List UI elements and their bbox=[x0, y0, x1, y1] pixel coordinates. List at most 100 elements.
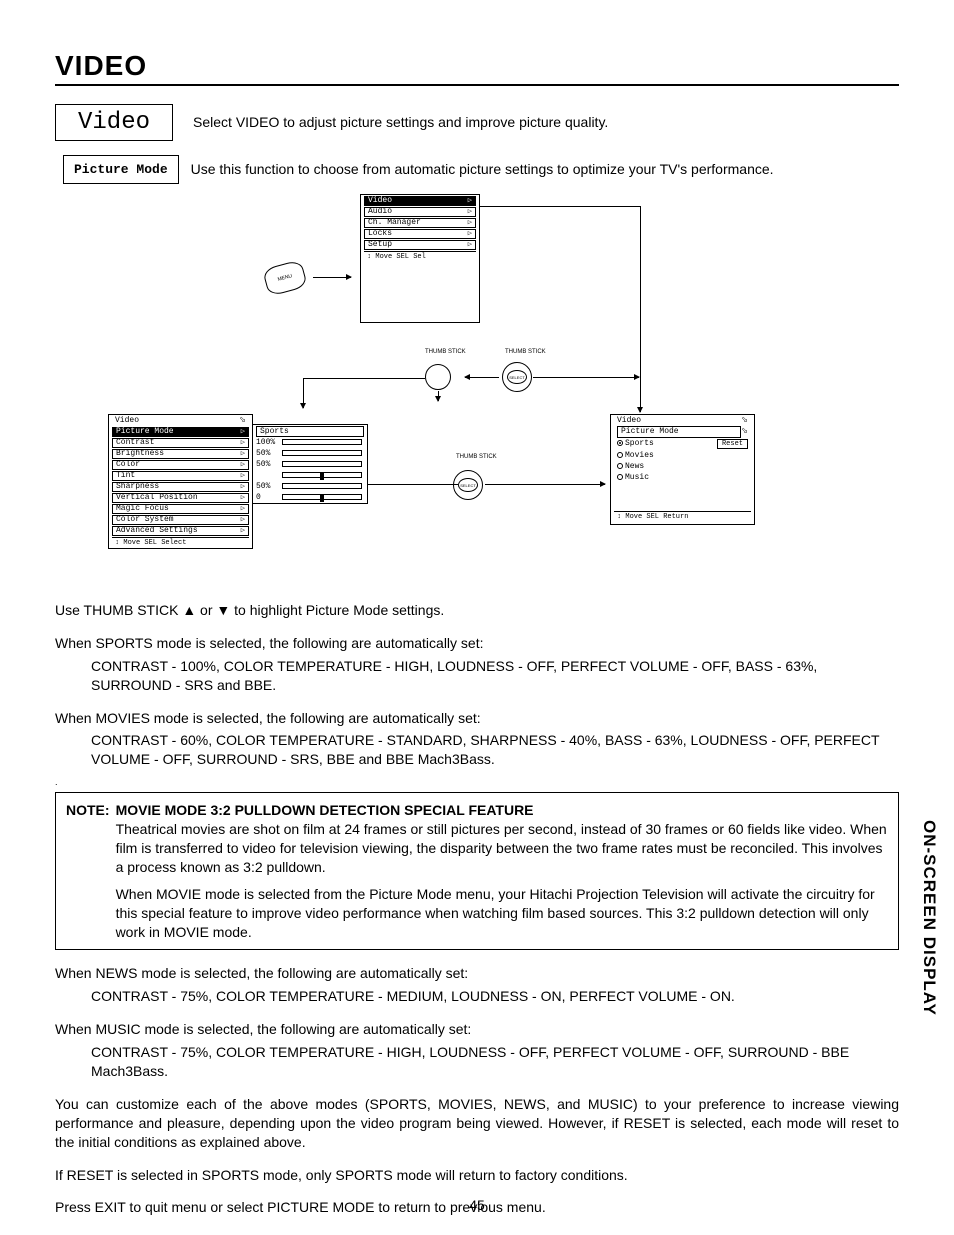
value-label: 100% bbox=[256, 438, 278, 447]
value-row: 0 bbox=[256, 492, 364, 502]
page-number: 45 bbox=[0, 1197, 954, 1213]
select-label: SELECT bbox=[458, 478, 478, 492]
value-row bbox=[256, 470, 364, 480]
arrow-right-icon bbox=[533, 377, 639, 378]
thumbstick-label: THUMB STICK bbox=[425, 349, 466, 355]
value-label: 50% bbox=[256, 482, 278, 491]
section-side-label: ON-SCREEN DISPLAY bbox=[919, 820, 939, 1016]
value-row: 50% bbox=[256, 481, 364, 491]
mode-heading: When MOVIES mode is selected, the follow… bbox=[55, 709, 899, 728]
arrow-right-icon bbox=[485, 484, 605, 485]
option-row: Sports Reset bbox=[617, 439, 748, 449]
menu-item-label: Color System bbox=[116, 515, 174, 525]
osd-item: Setup▷ bbox=[364, 240, 476, 250]
arrow-icon bbox=[313, 277, 351, 278]
connector-line bbox=[640, 206, 641, 378]
option-row: Music bbox=[617, 473, 748, 482]
customize-text: You can customize each of the above mode… bbox=[55, 1095, 899, 1152]
note-label: NOTE: bbox=[66, 801, 110, 941]
value-label: 50% bbox=[256, 460, 278, 469]
osd-item: Brightness▷ bbox=[112, 449, 249, 459]
video-label-box: Video bbox=[55, 104, 173, 141]
arrow-down-icon bbox=[640, 378, 641, 412]
menu-item-label: Brightness bbox=[116, 449, 164, 459]
select-button-icon: SELECT bbox=[502, 362, 532, 392]
arrow-left-icon bbox=[465, 377, 499, 378]
osd-item: Color▷ bbox=[112, 460, 249, 470]
value-label: 50% bbox=[256, 449, 278, 458]
value-row: 50% bbox=[256, 459, 364, 469]
osd-subtitle: Picture Mode⬂ bbox=[614, 427, 751, 437]
menu-item-label: Setup bbox=[368, 240, 392, 250]
arrow-down-icon bbox=[303, 378, 304, 408]
osd-subtitle-text: Picture Mode bbox=[617, 426, 741, 438]
menu-item-label: Tint bbox=[116, 471, 135, 481]
reset-note: If RESET is selected in SPORTS mode, onl… bbox=[55, 1166, 899, 1185]
menu-item-label: Contrast bbox=[116, 438, 154, 448]
osd-item: Contrast▷ bbox=[112, 438, 249, 448]
mode-settings: CONTRAST - 60%, COLOR TEMPERATURE - STAN… bbox=[55, 731, 899, 769]
menu-item-label: Picture Mode bbox=[116, 427, 174, 437]
arrow-down-icon bbox=[438, 391, 439, 401]
reset-button: Reset bbox=[717, 439, 748, 449]
decorative-dot: . bbox=[55, 777, 58, 787]
osd-item: Audio▷ bbox=[364, 207, 476, 217]
osd-item: Magic Focus▷ bbox=[112, 504, 249, 514]
osd-title: Video⬂ bbox=[614, 416, 751, 426]
option-label: Movies bbox=[625, 451, 654, 460]
remote-menu-icon: MENU bbox=[262, 259, 308, 296]
connector-line bbox=[303, 378, 425, 379]
menu-item-label: Video bbox=[368, 196, 392, 206]
osd-title: Video⬂ bbox=[112, 416, 249, 426]
mode-settings: CONTRAST - 100%, COLOR TEMPERATURE - HIG… bbox=[55, 657, 899, 695]
menu-item-label: Vertical Position bbox=[116, 493, 198, 503]
osd-item: Vertical Position▷ bbox=[112, 493, 249, 503]
osd-main-menu: Video▷ Audio▷ Ch. Manager▷ Locks▷ Setup▷… bbox=[360, 194, 480, 323]
osd-picture-mode-submenu: Video⬂ Picture Mode⬂ Sports Reset Movies… bbox=[610, 414, 755, 525]
menu-item-label: Locks bbox=[368, 229, 392, 239]
mode-settings: CONTRAST - 75%, COLOR TEMPERATURE - MEDI… bbox=[55, 987, 899, 1006]
thumbstick-label: THUMB STICK bbox=[456, 454, 497, 460]
page-title: VIDEO bbox=[55, 50, 899, 86]
osd-item: Picture Mode▷ bbox=[112, 427, 249, 437]
menu-flow-diagram: MENU Video▷ Audio▷ Ch. Manager▷ Locks▷ S… bbox=[55, 194, 899, 589]
osd-values-panel: Sports 100% 50% 50% 50% 0 bbox=[253, 424, 368, 504]
option-label: News bbox=[625, 462, 644, 471]
mode-heading: When NEWS mode is selected, the followin… bbox=[55, 964, 899, 983]
option-label: Music bbox=[625, 473, 649, 482]
note-box: NOTE: MOVIE MODE 3:2 PULLDOWN DETECTION … bbox=[55, 792, 899, 950]
option-row: Movies bbox=[617, 451, 748, 460]
menu-item-label: Sharpness bbox=[116, 482, 159, 492]
osd-footer: ↕ Move SEL Sel bbox=[364, 251, 476, 261]
option-label: Sports bbox=[625, 439, 654, 448]
osd-item: Video▷ bbox=[364, 196, 476, 206]
osd-item: Advanced Settings▷ bbox=[112, 526, 249, 536]
osd-item: Color System▷ bbox=[112, 515, 249, 525]
menu-item-label: Magic Focus bbox=[116, 504, 169, 514]
osd-item: Tint▷ bbox=[112, 471, 249, 481]
thumbstick-icon bbox=[425, 364, 451, 390]
osd-item: Sharpness▷ bbox=[112, 482, 249, 492]
osd-video-menu: Video⬂ Picture Mode▷ Contrast▷ Brightnes… bbox=[108, 414, 253, 549]
picture-mode-label-box: Picture Mode bbox=[63, 155, 179, 184]
connector-line bbox=[480, 206, 640, 207]
mode-heading: When SPORTS mode is selected, the follow… bbox=[55, 634, 899, 653]
osd-item: Ch. Manager▷ bbox=[364, 218, 476, 228]
osd-item: Locks▷ bbox=[364, 229, 476, 239]
instruction-text: Use THUMB STICK ▲ or ▼ to highlight Pict… bbox=[55, 601, 899, 620]
value-label: Sports bbox=[256, 426, 364, 437]
note-paragraph: When MOVIE mode is selected from the Pic… bbox=[116, 885, 888, 942]
picture-mode-description: Use this function to choose from automat… bbox=[191, 160, 774, 180]
mode-settings: CONTRAST - 75%, COLOR TEMPERATURE - HIGH… bbox=[55, 1043, 899, 1081]
note-paragraph: Theatrical movies are shot on film at 24… bbox=[116, 820, 888, 877]
value-row: 100% bbox=[256, 437, 364, 447]
video-description: Select VIDEO to adjust picture settings … bbox=[193, 113, 608, 133]
osd-title-text: Video bbox=[617, 416, 641, 426]
osd-title-text: Video bbox=[115, 416, 139, 426]
mode-heading: When MUSIC mode is selected, the followi… bbox=[55, 1020, 899, 1039]
note-title: MOVIE MODE 3:2 PULLDOWN DETECTION SPECIA… bbox=[116, 801, 888, 820]
value-label: 0 bbox=[256, 493, 278, 502]
value-row: 50% bbox=[256, 448, 364, 458]
option-row: News bbox=[617, 462, 748, 471]
menu-item-label: Ch. Manager bbox=[368, 218, 421, 228]
